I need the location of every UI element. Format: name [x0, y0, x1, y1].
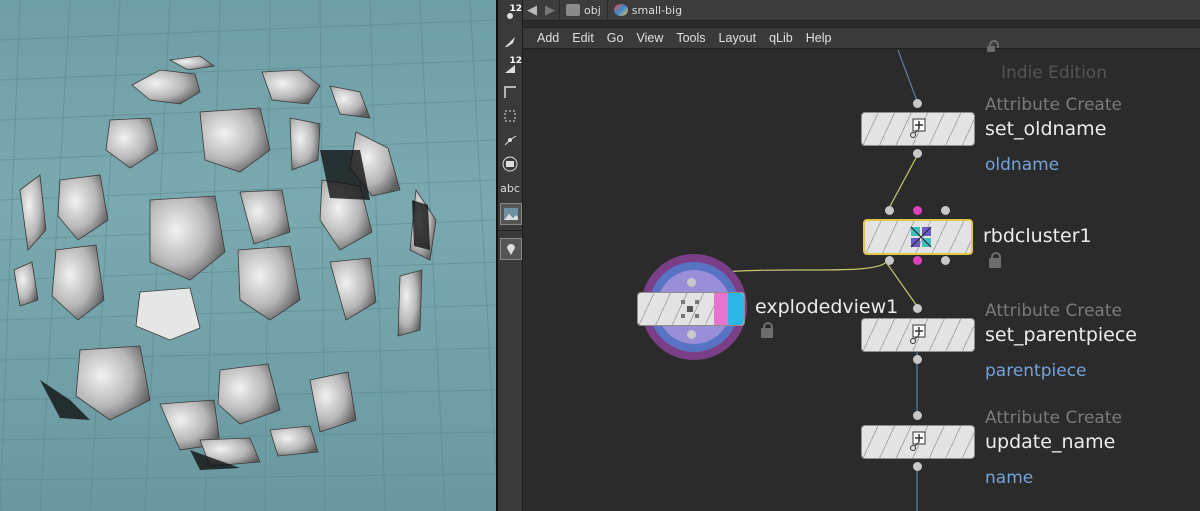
output-connector[interactable] — [913, 462, 922, 471]
input-connector[interactable] — [913, 411, 922, 420]
node-attr-label: name — [985, 468, 1034, 488]
input-connector-2[interactable] — [913, 206, 922, 215]
node-type-label: Attribute Create — [985, 95, 1122, 115]
exploded-view-icon — [681, 300, 699, 318]
primitives-count-label: 12 — [509, 56, 522, 66]
output-connector[interactable] — [687, 330, 696, 339]
attribute-create-icon — [910, 324, 926, 344]
display-toggle-icon[interactable] — [500, 154, 520, 174]
output-connector[interactable] — [913, 355, 922, 364]
handle-tool-icon[interactable] — [500, 130, 520, 150]
rbd-cluster-icon — [910, 226, 932, 248]
3d-viewport[interactable] — [0, 0, 496, 511]
label-display-text: abc — [500, 181, 520, 195]
background-image-icon[interactable] — [500, 203, 522, 225]
fractured-sphere — [13, 55, 437, 467]
node-body[interactable] — [863, 219, 973, 255]
input-connector[interactable] — [913, 99, 922, 108]
input-connector-1[interactable] — [885, 206, 894, 215]
attribute-create-icon — [910, 431, 926, 451]
node-attr-label: parentpiece — [985, 361, 1087, 381]
network-editor[interactable]: ◀ ▶ obj small-big Add Edit Go View Tools… — [523, 0, 1200, 511]
node-body[interactable] — [637, 292, 745, 326]
node-name-label[interactable]: set_oldname — [985, 118, 1106, 140]
output-connector-3[interactable] — [941, 256, 950, 265]
node-name-label[interactable]: set_parentpiece — [985, 324, 1137, 346]
input-connector-3[interactable] — [941, 206, 950, 215]
node-attr-label: oldname — [985, 155, 1060, 175]
output-connector-2[interactable] — [913, 256, 922, 265]
shelf-separator — [498, 230, 522, 231]
render-flag[interactable] — [728, 293, 744, 325]
node-body[interactable] — [861, 112, 975, 146]
lock-icon[interactable] — [989, 252, 1001, 268]
node-name-label[interactable]: explodedview1 — [755, 296, 898, 318]
output-connector[interactable] — [913, 149, 922, 158]
points-display-icon[interactable]: 12 — [500, 4, 522, 26]
primitives-display-icon[interactable]: 12 — [500, 56, 522, 78]
lock-icon[interactable] — [761, 322, 773, 338]
label-display-button[interactable]: abc — [500, 178, 520, 198]
input-connector[interactable] — [913, 304, 922, 313]
viewport-shelf: 12 12 abc — [498, 0, 523, 511]
attribute-create-icon — [910, 118, 926, 138]
node-name-label[interactable]: update_name — [985, 431, 1115, 453]
viewport-grid — [0, 0, 496, 511]
snap-grid-icon[interactable] — [500, 106, 520, 126]
input-connector[interactable] — [687, 278, 696, 287]
node-name-label[interactable]: rbdcluster1 — [983, 225, 1092, 247]
node-type-label: Attribute Create — [985, 408, 1122, 428]
node-body[interactable] — [861, 425, 975, 459]
partial-lock-icon — [987, 40, 999, 52]
output-connector-1[interactable] — [885, 256, 894, 265]
pin-viewport-icon[interactable] — [500, 238, 522, 260]
node-body[interactable] — [861, 318, 975, 352]
points-count-label: 12 — [509, 4, 522, 14]
display-flag[interactable] — [714, 293, 728, 325]
edge-tool-icon[interactable] — [500, 82, 520, 102]
brush-icon[interactable] — [500, 32, 520, 52]
node-type-label: Attribute Create — [985, 301, 1122, 321]
